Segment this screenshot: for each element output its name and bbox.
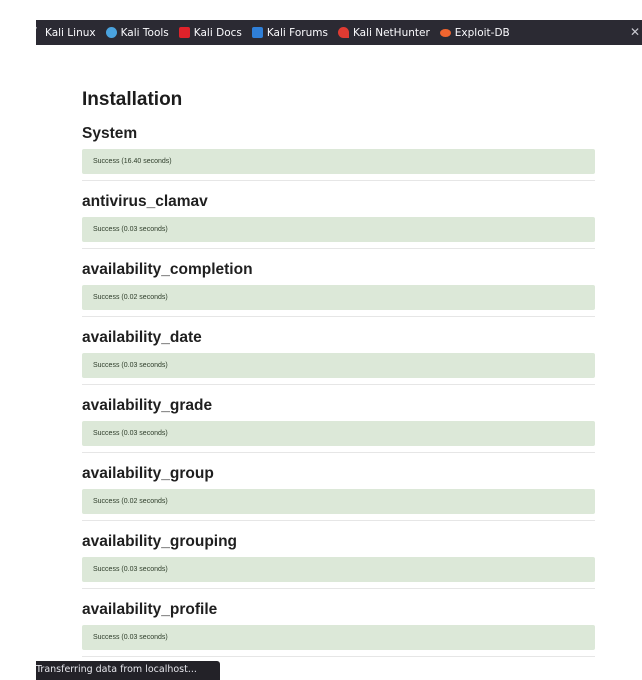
- bookmark-exploit-db[interactable]: Exploit-DB: [439, 26, 510, 39]
- success-status: Success (0.03 seconds): [82, 353, 595, 378]
- install-section: availability_grouping Success (0.03 seco…: [82, 521, 595, 589]
- success-status: Success (16.40 seconds): [82, 149, 595, 174]
- section-title: availability_profile: [82, 601, 218, 618]
- success-status: Success (0.03 seconds): [82, 421, 595, 446]
- bookmark-kali-tools[interactable]: Kali Tools: [105, 26, 169, 39]
- kali-nethunter-icon: [337, 27, 349, 38]
- success-status: Success (0.02 seconds): [82, 285, 595, 310]
- success-status: Success (0.03 seconds): [82, 557, 595, 582]
- section-title: availability_date: [82, 329, 202, 346]
- section-title: availability_grade: [82, 397, 213, 414]
- page-title: Installation: [82, 89, 183, 110]
- section-title: availability_group: [82, 465, 214, 482]
- install-section: availability_profile Success (0.03 secon…: [82, 589, 595, 657]
- section-title: availability_grouping: [82, 533, 238, 550]
- bookmark-label: Kali Docs: [193, 26, 242, 39]
- success-status: Success (0.03 seconds): [82, 217, 595, 242]
- section-divider: [82, 656, 595, 657]
- kali-docs-icon: [178, 27, 190, 38]
- status-text: Transferring data from localhost...: [36, 664, 197, 675]
- bookmarks-toolbar: Kali Linux Kali Tools Kali Docs Kali For…: [36, 20, 642, 45]
- installation-content: Installation System Success (16.40 secon…: [82, 86, 595, 657]
- bookmark-label: Kali Forums: [266, 26, 328, 39]
- bookmark-kali-linux[interactable]: Kali Linux: [36, 27, 96, 39]
- bookmark-kali-nethunter[interactable]: Kali NetHunter: [337, 26, 430, 39]
- success-status: Success (0.02 seconds): [82, 489, 595, 514]
- close-icon[interactable]: ✕: [630, 20, 642, 45]
- bookmark-kali-docs[interactable]: Kali Docs: [178, 26, 242, 39]
- install-section: availability_date Success (0.03 seconds): [82, 317, 595, 385]
- exploit-db-icon: [439, 28, 451, 37]
- section-title: availability_completion: [82, 261, 253, 278]
- kali-tools-icon: [105, 27, 117, 38]
- window-edge: [0, 0, 36, 680]
- bookmark-label: Exploit-DB: [454, 26, 510, 39]
- install-section: availability_completion Success (0.02 se…: [82, 249, 595, 317]
- bookmark-kali-forums[interactable]: Kali Forums: [251, 26, 328, 39]
- status-bar: Transferring data from localhost...: [36, 661, 220, 680]
- section-title: System: [82, 125, 138, 142]
- install-section: availability_group Success (0.02 seconds…: [82, 453, 595, 521]
- kali-dragon-icon: [36, 27, 44, 38]
- install-section: System Success (16.40 seconds): [82, 113, 595, 181]
- bookmark-label: Kali NetHunter: [352, 26, 430, 39]
- kali-forums-icon: [251, 27, 263, 38]
- bookmark-label: Kali Tools: [120, 26, 169, 39]
- install-section: availability_grade Success (0.03 seconds…: [82, 385, 595, 453]
- install-section: antivirus_clamav Success (0.03 seconds): [82, 181, 595, 249]
- section-title: antivirus_clamav: [82, 193, 208, 210]
- success-status: Success (0.03 seconds): [82, 625, 595, 650]
- bookmark-label: Kali Linux: [45, 26, 96, 39]
